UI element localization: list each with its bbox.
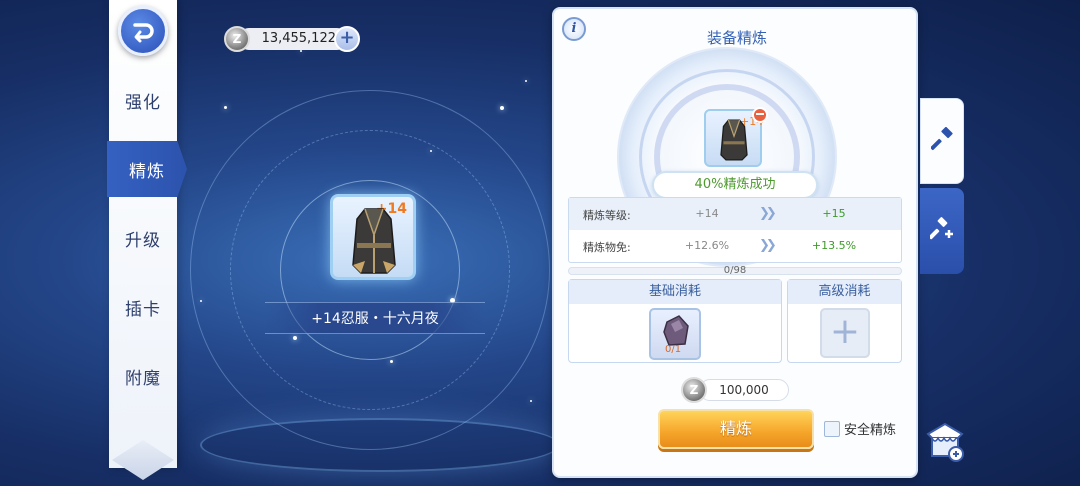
stat-row: 精炼等级: +14 ❯❯ +15	[569, 198, 901, 230]
safe-refine-label: 安全精炼	[844, 423, 897, 438]
add-zeny-button[interactable]: +	[334, 26, 360, 52]
stat-label: 精炼等级:	[583, 209, 631, 222]
advanced-cost-title: 高级消耗	[788, 280, 901, 304]
base-cost-title: 基础消耗	[569, 280, 781, 304]
base-cost-box: 基础消耗 0/1	[568, 279, 782, 363]
item-name-label: +14忍服・十六月夜	[265, 302, 485, 334]
equipment-card[interactable]: +14	[330, 194, 416, 280]
stat-to: +13.5%	[811, 239, 857, 252]
material-count: 0/1	[665, 344, 682, 355]
refine-panel: i 装备精炼 +14 40%精炼成功 精炼等级: +14 ❯❯ +15 精炼物免…	[552, 7, 918, 478]
game-screen: 强化 精炼 升级 插卡 附魔 13,455,122 Z + +14 +14忍服・…	[0, 0, 1080, 486]
safe-refine-checkbox[interactable]	[824, 421, 840, 437]
refine-material-slot[interactable]: 0/1	[649, 308, 701, 360]
nav-item-upgrade[interactable]: 升级	[109, 218, 177, 258]
tab-refine-hammer[interactable]	[920, 98, 964, 184]
stat-from: +12.6%	[684, 239, 730, 252]
panel-title: 装备精炼	[706, 29, 767, 47]
nav-item-enchant[interactable]: 附魔	[109, 356, 177, 396]
tab-advanced-hammer[interactable]	[920, 188, 964, 274]
double-arrow-icon: ❯❯	[759, 206, 777, 221]
floor-glow	[200, 418, 560, 472]
zeny-display: 13,455,122 Z +	[224, 26, 360, 52]
back-button[interactable]	[118, 6, 168, 56]
hammer-plus-icon	[930, 217, 953, 240]
success-rate: 40%精炼成功	[652, 171, 818, 199]
ore-icon	[663, 315, 689, 346]
refine-progress-text: 0/98	[723, 265, 747, 276]
zeny-coin-icon: Z	[681, 377, 707, 403]
safe-refine-toggle[interactable]: 安全精炼	[824, 419, 896, 438]
stat-row: 精炼物免: +12.6% ❯❯ +13.5%	[569, 230, 901, 262]
stat-label: 精炼物免:	[583, 241, 631, 254]
equipment-slot[interactable]: +14	[704, 107, 768, 167]
nav-item-card[interactable]: 插卡	[109, 287, 177, 327]
back-icon	[133, 23, 154, 43]
refine-stats-table: 精炼等级: +14 ❯❯ +15 精炼物免: +12.6% ❯❯ +13.5%	[568, 197, 902, 263]
remove-item-button[interactable]	[752, 107, 768, 123]
double-arrow-icon: ❯❯	[759, 238, 777, 253]
shop-icon[interactable]	[922, 420, 968, 466]
advanced-cost-box: 高级消耗 +	[787, 279, 902, 363]
refine-button[interactable]: 精炼	[658, 409, 814, 449]
ninja-robe-icon	[352, 208, 396, 274]
zeny-cost-amount: 100,000	[699, 379, 789, 401]
nav-item-refine[interactable]: 精炼	[107, 141, 187, 197]
stat-from: +14	[695, 207, 719, 220]
zeny-amount: 13,455,122	[238, 28, 348, 50]
ninja-robe-icon	[720, 119, 748, 161]
zeny-cost: 100,000 Z	[681, 377, 791, 403]
stat-to: +15	[822, 207, 846, 220]
add-advanced-material-button[interactable]: +	[820, 308, 870, 358]
nav-item-enhance[interactable]: 强化	[109, 80, 177, 120]
hammer-icon	[931, 127, 953, 151]
zeny-coin-icon: Z	[224, 26, 250, 52]
